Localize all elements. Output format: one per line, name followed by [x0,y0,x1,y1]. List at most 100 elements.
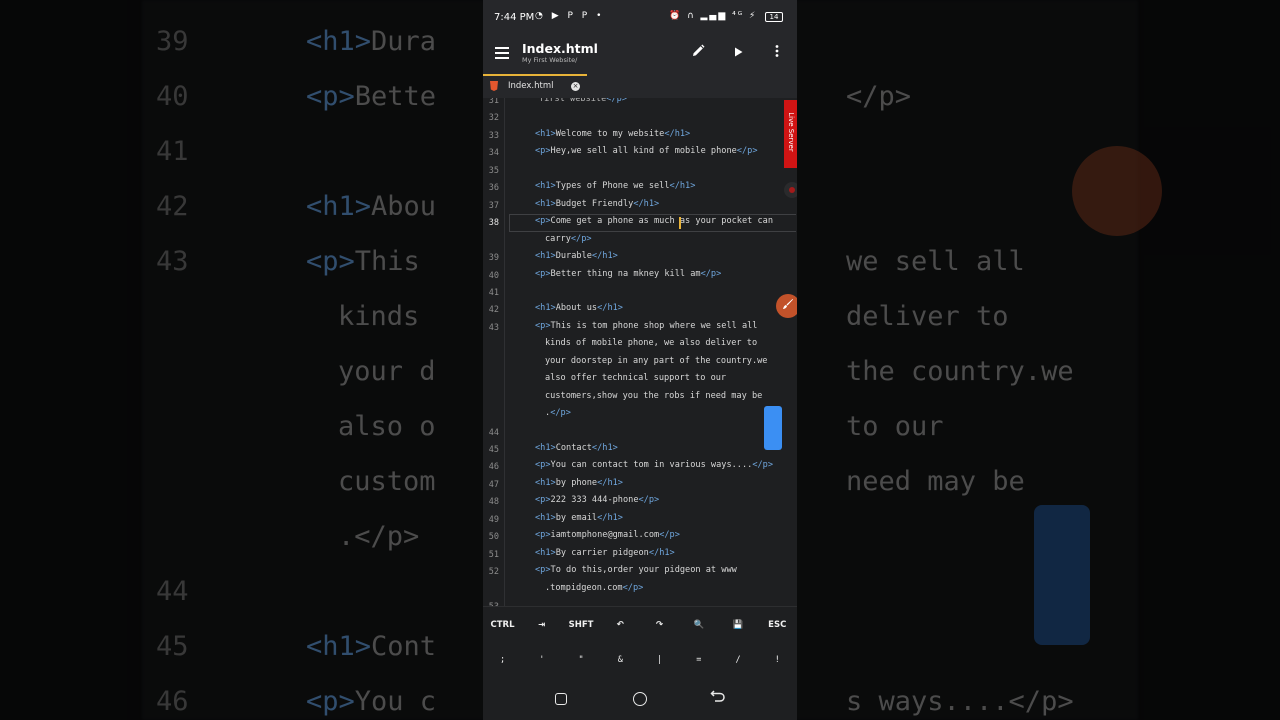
line-number: 38 [488,218,499,229]
system-status-icons: ⏰ ∩ ▂▄▆ ⁴ᴳ ⚡ [669,11,758,21]
gutter-divider [504,98,505,606]
line-number: 51 [488,549,499,560]
close-icon[interactable]: × [571,82,580,91]
html-tag: </h1> [648,547,675,558]
code-editor[interactable]: 31 first website</p> 32 33 <h1>Welcome to my… [483,98,797,606]
symbol-key[interactable]: " [562,655,601,665]
extra-keys-bar: CTRL ⇥ SHFT ↶ ↷ 🔍 💾 ESC; ' " & | = /! [483,606,797,678]
line-number: 43 [488,322,499,333]
html-tag: </p> [638,495,660,506]
scroll-thumb[interactable] [764,406,782,450]
html-tag: </p> [550,408,571,419]
brush-icon[interactable] [776,294,797,318]
esc-key[interactable]: ESC [758,620,797,630]
status-time: 7:44 PM [494,12,535,23]
line-number: 40 [488,270,499,281]
html-tag: </p> [752,460,774,471]
live-server-label: Live Server [787,112,795,152]
code-line: your doorstep in any part of the country… [545,356,767,366]
live-server-tab[interactable]: Live Server [784,100,797,168]
line-number: 36 [488,183,499,194]
home-icon[interactable] [629,688,651,710]
more-icon[interactable] [767,44,787,64]
code-line: <p>222 333 444-phone</p> [535,495,659,505]
ctrl-key[interactable]: CTRL [483,620,522,630]
code-line: <p>Better thing na mkney kill am</p> [535,269,721,279]
html-tag: </p> [736,146,758,157]
code-line: <h1>Budget Friendly</h1> [535,199,659,209]
code-line: <h1>By carrier pidgeon</h1> [535,548,675,558]
edit-icon[interactable] [688,44,708,64]
line-number: 32 [488,113,499,124]
code-text: This is tom phone shop where we sell all [550,320,758,331]
html-tag: <p> [535,565,551,576]
symbol-key[interactable]: ' [522,655,561,665]
line-number: 34 [488,148,499,159]
html-tag: </p> [606,98,627,104]
project-path: My First Website/ [522,56,578,64]
redo-icon[interactable]: ↷ [640,620,679,630]
code-line: <h1>Contact</h1> [535,443,618,453]
status-bar: 7:44 PM ◔ ▶ P P • ⏰ ∩ ▂▄▆ ⁴ᴳ ⚡ 14 [483,0,797,34]
html-tag: <h1> [535,198,556,209]
shift-key[interactable]: SHFT [562,620,601,630]
html-tag: </h1> [597,512,623,523]
code-line: customers,show you the robs if need may … [545,391,762,401]
search-icon[interactable]: 🔍 [679,620,718,630]
symbol-key[interactable]: | [640,655,679,665]
html-tag: <h1> [535,128,556,139]
html-tag: <h1> [535,547,556,558]
html-tag: <h1> [535,303,556,314]
recents-icon[interactable] [550,688,572,710]
code-line: <p>Hey,we sell all kind of mobile phone<… [535,146,758,156]
code-line: .tompidgeon.com</p> [545,583,643,593]
html-tag: </h1> [591,251,618,262]
symbol-key[interactable]: ! [758,655,797,665]
code-text: carry [545,233,571,244]
code-line: <p>You can contact tom in various ways..… [535,460,773,470]
battery-icon: 14 [765,12,783,22]
symbol-key[interactable]: = [679,655,718,665]
code-line: <h1>by email</h1> [535,513,623,523]
tab-key-icon[interactable]: ⇥ [522,620,561,630]
undo-icon[interactable]: ↶ [601,620,640,630]
code-text: By carrier pidgeon [555,547,649,558]
html5-icon [490,81,498,91]
code-line: <h1>Durable</h1> [535,251,618,261]
code-text: Welcome to my website [555,128,665,139]
line-number: 49 [488,514,499,525]
code-line: <h1>About us</h1> [535,303,623,313]
html-tag: <p> [535,268,551,279]
record-icon[interactable] [784,182,797,198]
file-tab-bar: Index.html × [483,74,797,98]
code-text: Durable [555,251,592,262]
symbol-key[interactable]: ; [483,655,522,665]
line-number: 46 [488,462,499,473]
symbol-key[interactable]: / [719,655,758,665]
html-tag: <p> [535,216,551,227]
html-tag: </h1> [669,181,696,192]
html-tag: <p> [535,320,551,331]
html-tag: <p> [535,460,551,471]
code-line: carry</p> [545,234,592,244]
html-tag: </h1> [591,443,618,453]
play-icon[interactable] [728,44,748,64]
back-icon[interactable] [707,688,729,710]
html-tag: <p> [535,495,551,506]
code-line: <h1>Welcome to my website</h1> [535,129,690,139]
code-text: Hey,we sell all kind of mobile phone [550,146,737,157]
line-number: 42 [488,305,499,316]
menu-icon[interactable] [495,47,509,59]
line-number: 44 [488,427,499,438]
save-icon[interactable]: 💾 [719,620,758,630]
code-line: <p>Come get a phone as much as your pock… [535,216,773,226]
symbol-key[interactable]: & [601,655,640,665]
html-tag: <h1> [535,443,556,453]
line-number: 45 [488,445,499,455]
code-line: also offer technical support to our [545,373,726,383]
line-number: 41 [488,287,499,298]
html-tag: <h1> [535,477,556,488]
code-line: kinds of mobile phone, we also deliver t… [545,338,757,348]
tab-index-html[interactable]: Index.html × [483,74,587,98]
line-number: 33 [488,130,499,141]
